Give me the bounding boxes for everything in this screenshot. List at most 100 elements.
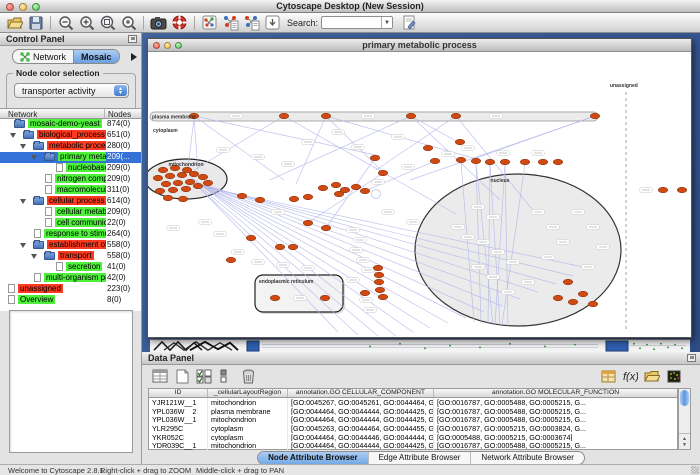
search-input[interactable]: ▼	[321, 16, 393, 29]
expander-icon[interactable]	[31, 155, 37, 160]
graph-node[interactable]	[158, 167, 168, 173]
graph-node[interactable]	[193, 183, 203, 189]
table-cell[interactable]: mitochondrion	[208, 415, 288, 424]
table-cell[interactable]: mitochondrion	[208, 398, 288, 407]
import-attributes-button[interactable]	[242, 14, 261, 32]
table-cell[interactable]: cytoplasm	[208, 424, 288, 433]
table-column-header[interactable]: _cellularLayoutRegion	[208, 389, 288, 397]
tab-scroll-right-button[interactable]	[131, 53, 137, 61]
function-builder-button[interactable]: f(x)	[620, 367, 640, 385]
graph-node[interactable]	[237, 193, 247, 199]
graph-node[interactable]	[168, 187, 178, 193]
graph-node[interactable]	[177, 172, 187, 178]
graph-node[interactable]	[198, 174, 208, 180]
tab-network[interactable]: Network	[13, 50, 73, 63]
expander-icon[interactable]	[20, 199, 26, 204]
expander-icon[interactable]	[20, 243, 26, 248]
table-cell[interactable]: YDR039C__1	[149, 441, 208, 450]
table-column-header[interactable]: annotation.GO MOLECULAR_FUNCTION	[434, 389, 677, 397]
tree-row[interactable]: Overview8(0)	[0, 295, 141, 306]
table-cell[interactable]: [GO:0016787, GO:0005488, GO:0005215, G..…	[434, 407, 677, 416]
zoom-out-button[interactable]	[56, 14, 75, 32]
graph-node[interactable]	[165, 173, 175, 179]
network-view-window[interactable]: primary metabolic process plasma membran…	[147, 38, 692, 338]
graph-node[interactable]	[270, 295, 280, 301]
zoom-selected-button[interactable]	[119, 14, 138, 32]
graph-node[interactable]	[321, 225, 331, 231]
float-panel-icon[interactable]	[128, 35, 137, 43]
graph-node[interactable]	[155, 188, 165, 194]
graph-edge[interactable]	[296, 116, 326, 184]
graph-node[interactable]	[471, 158, 481, 164]
table-cell[interactable]: YJR121W__1	[149, 398, 208, 407]
tree-row[interactable]: secretion41(0)	[0, 262, 141, 273]
table-cell[interactable]: [GO:0045263, GO:0044464, GO:0044455, G..…	[288, 424, 434, 433]
table-cell[interactable]: plasma membrane	[208, 407, 288, 416]
delete-rows-button[interactable]	[238, 367, 258, 385]
table-cell[interactable]: YLR295C	[149, 424, 208, 433]
graph-node[interactable]	[658, 187, 668, 193]
graph-node[interactable]	[378, 294, 388, 300]
tree-row[interactable]: cellular metabo209(0)	[0, 207, 141, 218]
graph-node[interactable]	[568, 299, 578, 305]
graph-node[interactable]	[303, 220, 313, 226]
graph-node[interactable]	[370, 155, 380, 161]
tree-row[interactable]: cell communicat22(0)	[0, 218, 141, 229]
table-column-header[interactable]: ID	[149, 389, 208, 397]
table-row[interactable]: YLR295Ccytoplasm[GO:0045263, GO:0044464,…	[149, 424, 677, 433]
table-cell[interactable]: cytoplasm	[208, 433, 288, 442]
network-overview-button[interactable]	[200, 14, 219, 32]
table-cell[interactable]: [GO:0044464, GO:0044446, GO:0044444, G..…	[288, 433, 434, 442]
table-cell[interactable]: [GO:0044464, GO:0044444, GO:0044425, G..…	[288, 441, 434, 450]
birdseye-view-panel[interactable]	[9, 310, 133, 453]
table-cell[interactable]: [GO:0005488, GO:0005215, GO:0003674]	[434, 433, 677, 442]
graph-edge[interactable]	[365, 161, 435, 191]
graph-node[interactable]	[374, 279, 384, 285]
graph-node[interactable]	[173, 180, 183, 186]
resize-grip[interactable]	[691, 466, 699, 474]
search-dropdown-arrow[interactable]: ▼	[381, 17, 392, 28]
snapshot-button[interactable]	[149, 14, 168, 32]
graph-node[interactable]	[334, 191, 344, 197]
graph-node[interactable]	[360, 290, 370, 296]
graph-node[interactable]	[520, 159, 530, 165]
graph-node[interactable]	[455, 139, 465, 145]
graph-self-loop[interactable]	[372, 190, 381, 199]
table-row[interactable]: YPL036W__2plasma membrane[GO:0044464, GO…	[149, 407, 677, 416]
graph-node[interactable]	[153, 175, 163, 181]
edit-document-button[interactable]	[399, 14, 418, 32]
table-cell[interactable]: YPL036W__1	[149, 415, 208, 424]
graph-node[interactable]	[563, 279, 573, 285]
attribute-table-header[interactable]: ID_cellularLayoutRegionannotation.GO CEL…	[149, 389, 677, 398]
save-session-button[interactable]	[26, 14, 45, 32]
graph-node[interactable]	[189, 171, 199, 177]
attribute-table[interactable]: ID_cellularLayoutRegionannotation.GO CEL…	[148, 388, 678, 450]
graph-node[interactable]	[500, 159, 510, 165]
help-button[interactable]	[170, 14, 189, 32]
matrix-button[interactable]	[664, 367, 684, 385]
graph-node[interactable]	[553, 159, 563, 165]
table-scrollbar[interactable]: ▲▼	[678, 388, 691, 450]
tab-node-attribute-browser[interactable]: Node Attribute Browser	[258, 452, 368, 464]
vizmapper-button[interactable]	[263, 14, 282, 32]
unselect-attributes-button[interactable]	[216, 367, 236, 385]
graph-node[interactable]	[677, 187, 687, 193]
attribute-select-button[interactable]	[150, 367, 170, 385]
graph-node[interactable]	[181, 186, 191, 192]
tree-row[interactable]: metabolic process280(0)	[0, 141, 141, 152]
graph-node[interactable]	[375, 287, 385, 293]
table-cell[interactable]: [GO:0016787, GO:0005488, GO:0005215, G..…	[434, 415, 677, 424]
graph-node[interactable]	[246, 235, 256, 241]
zoom-in-button[interactable]	[77, 14, 96, 32]
float-panel-icon[interactable]	[687, 354, 696, 362]
import-table-button[interactable]	[598, 367, 618, 385]
tree-row[interactable]: nucleobase-209(0)	[0, 163, 141, 174]
tree-row[interactable]: establishment of lo558(0)	[0, 240, 141, 251]
new-attribute-button[interactable]	[172, 367, 192, 385]
tree-row[interactable]: mosaic-demo-yeast874(0)	[0, 119, 141, 130]
table-cell[interactable]: [GO:0016787, GO:0005488, GO:0005215, G..…	[434, 398, 677, 407]
scrollbar-thumb[interactable]	[680, 390, 689, 406]
tab-network-attribute-browser[interactable]: Network Attribute Browser	[470, 452, 583, 464]
table-column-header[interactable]: annotation.GO CELLULAR_COMPONENT	[288, 389, 434, 397]
graph-node[interactable]	[538, 159, 548, 165]
